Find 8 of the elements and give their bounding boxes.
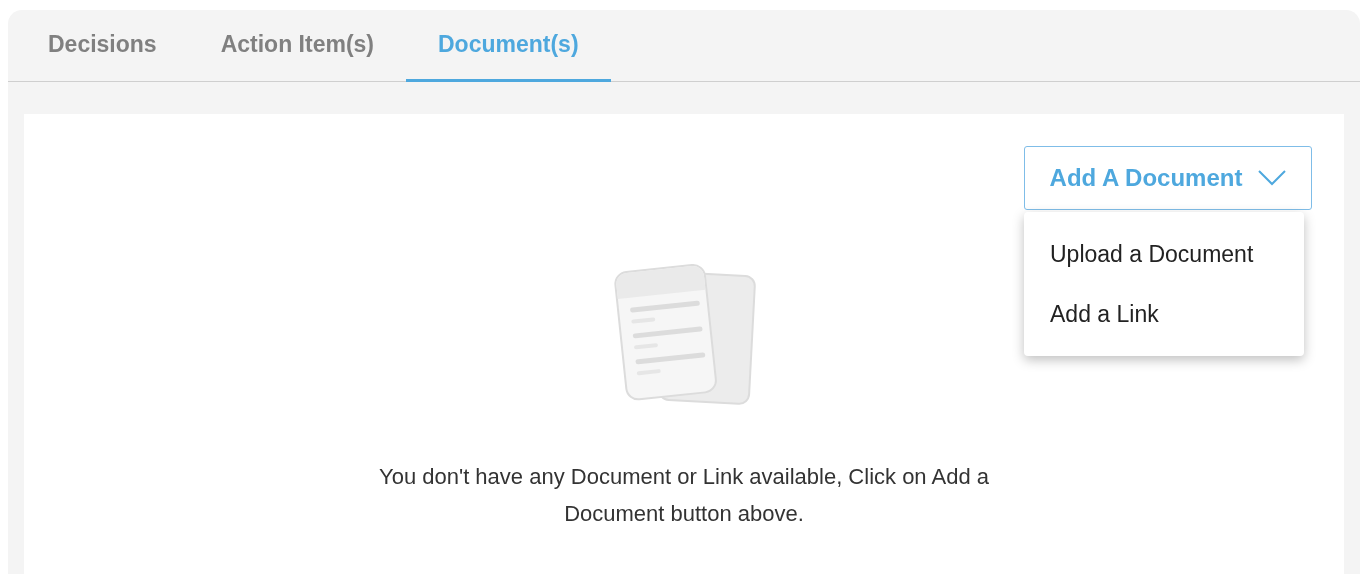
tab[interactable]: Document(s) (406, 10, 611, 82)
tab[interactable]: Decisions (16, 10, 189, 82)
add-document-button[interactable]: Add A Document (1024, 146, 1312, 210)
chevron-down-icon (1258, 170, 1287, 186)
tab[interactable]: Action Item(s) (188, 10, 406, 82)
menu-item[interactable]: Add a Link (1024, 284, 1304, 344)
empty-message: You don't have any Document or Link available, Click on Add a Document button above. (378, 463, 990, 528)
menu-item[interactable]: Upload a Document (1024, 224, 1304, 284)
